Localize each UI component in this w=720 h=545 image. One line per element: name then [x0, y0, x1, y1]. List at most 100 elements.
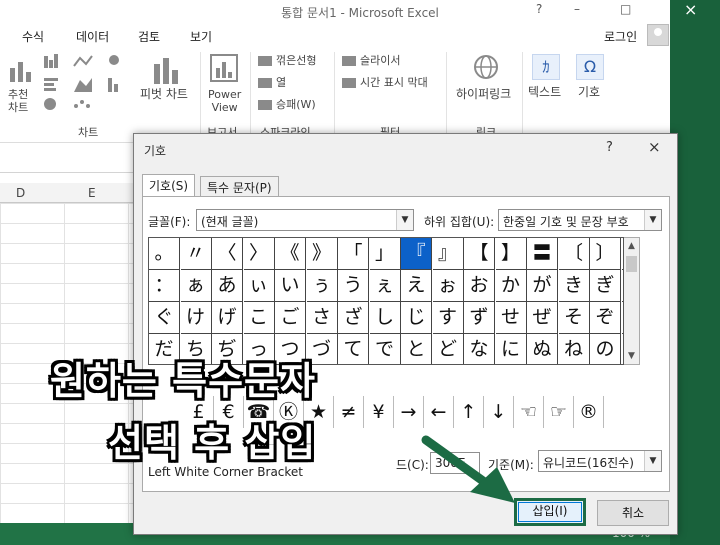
- symbol-cell[interactable]: そ: [558, 302, 590, 334]
- symbol-cell[interactable]: い: [275, 270, 306, 302]
- pivot-chart-button[interactable]: 피벗 차트: [140, 88, 188, 101]
- symbol-cell[interactable]: 〕: [590, 238, 621, 270]
- restore-icon[interactable]: □: [620, 2, 631, 16]
- symbol-cell[interactable]: が: [527, 270, 558, 302]
- symbol-cell[interactable]: ぇ: [369, 270, 401, 302]
- help-icon[interactable]: ?: [536, 2, 542, 16]
- symbol-cell[interactable]: ：: [149, 270, 180, 302]
- symbol-cell[interactable]: さ: [306, 302, 338, 334]
- recent-symbol-cell[interactable]: ☞: [544, 396, 574, 428]
- symbol-cell[interactable]: こ: [243, 302, 275, 334]
- text-button[interactable]: 텍스트: [528, 86, 561, 99]
- recent-symbol-cell[interactable]: ®: [574, 396, 604, 428]
- symbol-cell[interactable]: お: [464, 270, 495, 302]
- dialog-close-icon[interactable]: ×: [648, 138, 661, 156]
- symbol-cell[interactable]: ぃ: [243, 270, 275, 302]
- symbol-cell[interactable]: と: [401, 334, 432, 364]
- login-link[interactable]: 로그인: [604, 28, 637, 45]
- symbol-cell[interactable]: け: [180, 302, 212, 334]
- recent-symbol-cell[interactable]: ¥: [364, 396, 394, 428]
- symbol-cell[interactable]: 〔: [558, 238, 590, 270]
- symbol-cell[interactable]: ぬ: [527, 334, 558, 364]
- symbol-cell[interactable]: 》: [306, 238, 338, 270]
- sparkline-winloss-button[interactable]: 승패(W): [258, 98, 316, 111]
- timeline-button[interactable]: 시간 표시 막대: [342, 76, 428, 89]
- char-code-input[interactable]: 300E: [430, 452, 480, 474]
- avatar[interactable]: [647, 24, 669, 46]
- symbol-cell[interactable]: ね: [559, 334, 590, 364]
- tab-data[interactable]: 데이터: [76, 28, 109, 45]
- symbol-cell[interactable]: 〓: [527, 238, 558, 270]
- minimize-icon[interactable]: –: [574, 2, 580, 16]
- symbol-cell[interactable]: で: [370, 334, 401, 364]
- subset-select[interactable]: 한중일 기호 및 문장 부호 ▼: [498, 209, 662, 231]
- tab-view[interactable]: 보기: [190, 28, 212, 45]
- slicer-button[interactable]: 슬라이서: [342, 54, 400, 67]
- symbol-cell[interactable]: ざ: [338, 302, 369, 334]
- scroll-down-icon[interactable]: ▼: [624, 348, 639, 364]
- insert-button[interactable]: 삽입(I): [514, 498, 586, 526]
- recent-symbol-cell[interactable]: ☜: [514, 396, 544, 428]
- symbol-cell[interactable]: き: [558, 270, 590, 302]
- column-header-e[interactable]: E: [88, 186, 96, 200]
- symbol-cell[interactable]: じ: [401, 302, 432, 334]
- font-select[interactable]: (현재 글꼴) ▼: [196, 209, 414, 231]
- tab-review[interactable]: 검토: [138, 28, 160, 45]
- symbol-cell[interactable]: ず: [464, 302, 495, 334]
- sparkline-column-button[interactable]: 열: [258, 76, 286, 89]
- symbol-cell[interactable]: ご: [275, 302, 306, 334]
- symbol-cell[interactable]: う: [338, 270, 369, 302]
- recent-symbol-cell[interactable]: ≠: [334, 396, 364, 428]
- symbol-cell[interactable]: 《: [275, 238, 306, 270]
- symbol-cell[interactable]: 〉: [243, 238, 275, 270]
- sparkline-line-button[interactable]: 꺾은선형: [258, 54, 316, 67]
- symbol-cell[interactable]: 」: [369, 238, 401, 270]
- symbol-button[interactable]: 기호: [578, 86, 600, 99]
- tab-formulas[interactable]: 수식: [22, 28, 44, 45]
- column-header-d[interactable]: D: [16, 186, 25, 200]
- symbol-cell[interactable]: え: [401, 270, 432, 302]
- recent-symbol-cell[interactable]: ↑: [454, 396, 484, 428]
- symbol-cell[interactable]: ぉ: [432, 270, 464, 302]
- symbol-cell[interactable]: 〃: [180, 238, 212, 270]
- symbol-cell[interactable]: 【: [464, 238, 495, 270]
- scroll-up-icon[interactable]: ▲: [624, 238, 639, 254]
- symbol-cell[interactable]: ぁ: [180, 270, 212, 302]
- symbol-cell[interactable]: ぐ: [149, 302, 180, 334]
- symbol-cell[interactable]: 『: [401, 238, 432, 270]
- scroll-thumb[interactable]: [626, 256, 637, 272]
- symbol-cell[interactable]: ぎ: [590, 270, 621, 302]
- symbol-cell[interactable]: 〈: [212, 238, 243, 270]
- tab-symbols[interactable]: 기호(S): [142, 174, 196, 197]
- chart-types-icon[interactable]: [44, 54, 134, 114]
- symbol-cell[interactable]: ど: [433, 334, 464, 364]
- symbol-cell[interactable]: か: [495, 270, 527, 302]
- symbol-cell[interactable]: す: [432, 302, 464, 334]
- symbol-cell[interactable]: し: [369, 302, 401, 334]
- tab-special-characters[interactable]: 특수 문자(P): [200, 176, 279, 197]
- hyperlink-button[interactable]: 하이퍼링크: [456, 88, 511, 101]
- symbol-cell[interactable]: せ: [495, 302, 527, 334]
- symbol-cell[interactable]: 。: [149, 238, 180, 270]
- symbol-cell[interactable]: ぜ: [527, 302, 558, 334]
- symbol-cell[interactable]: の: [590, 334, 621, 364]
- symbol-cell[interactable]: 】: [495, 238, 527, 270]
- symbol-cell[interactable]: げ: [212, 302, 243, 334]
- dialog-help-icon[interactable]: ?: [606, 140, 613, 155]
- recent-symbol-cell[interactable]: ↓: [484, 396, 514, 428]
- symbol-cell[interactable]: あ: [212, 270, 243, 302]
- cancel-button[interactable]: 취소: [597, 500, 669, 526]
- recent-symbol-cell[interactable]: ←: [424, 396, 454, 428]
- symbol-cell[interactable]: ぞ: [590, 302, 621, 334]
- recommended-chart-button[interactable]: 추천 차트: [8, 88, 28, 114]
- from-select[interactable]: 유니코드(16진수) ▼: [538, 450, 662, 472]
- symbol-cell[interactable]: 』: [432, 238, 464, 270]
- symbol-cell[interactable]: に: [496, 334, 527, 364]
- symbol-cell[interactable]: ぅ: [306, 270, 338, 302]
- symbol-cell[interactable]: 「: [338, 238, 369, 270]
- symbol-cell[interactable]: て: [338, 334, 369, 364]
- power-view-button[interactable]: Power View: [208, 88, 241, 114]
- symbol-cell[interactable]: な: [464, 334, 495, 364]
- symbol-grid-scrollbar[interactable]: ▲ ▼: [624, 237, 640, 365]
- recent-symbol-cell[interactable]: →: [394, 396, 424, 428]
